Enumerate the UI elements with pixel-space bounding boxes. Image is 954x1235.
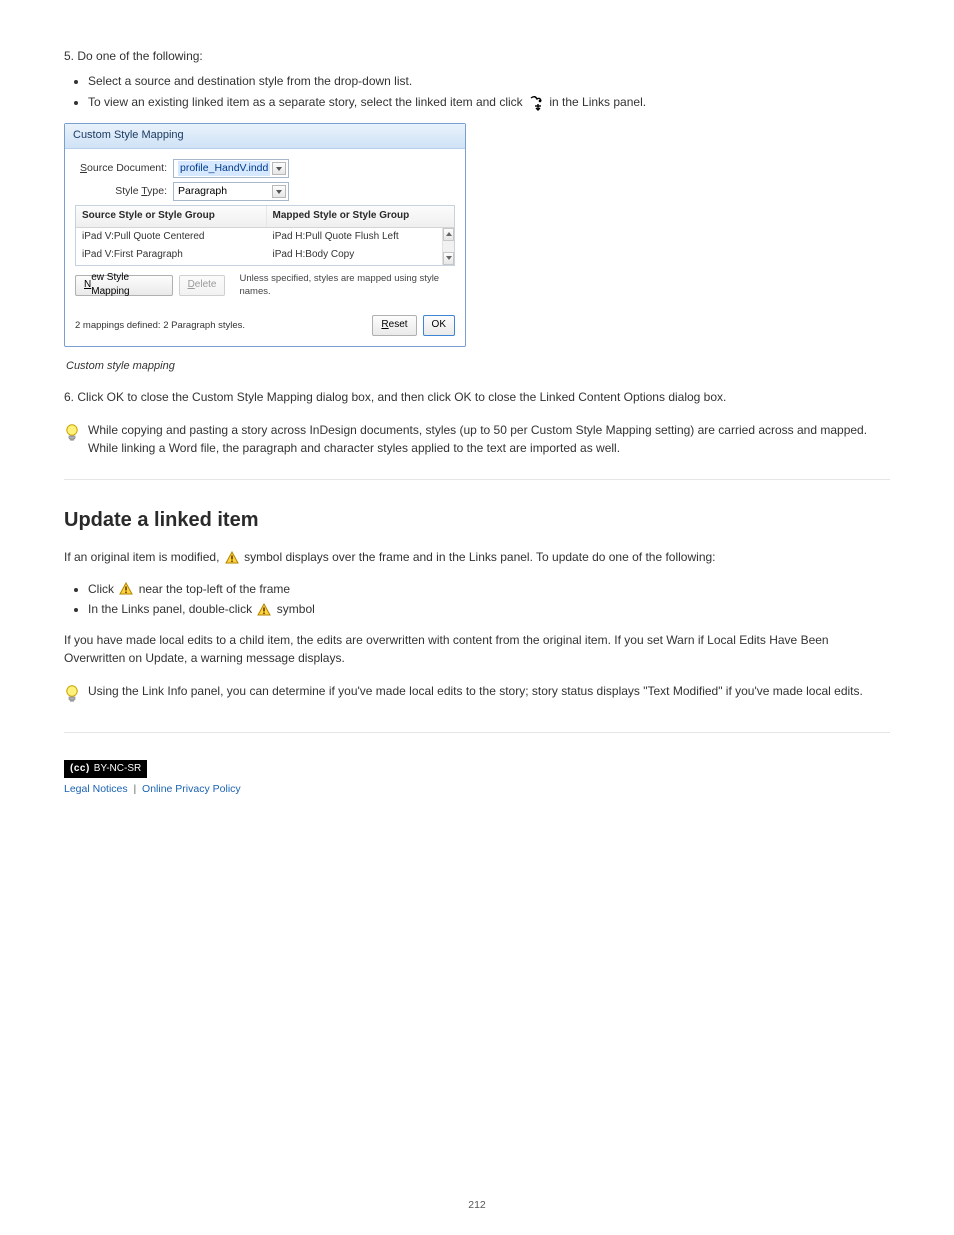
- mapping-hint: Unless specified, styles are mapped usin…: [239, 272, 455, 300]
- bullet-2: To view an existing linked item as a sep…: [88, 94, 890, 111]
- cc-license-badge: (cc)BY-NC-SR: [64, 759, 890, 779]
- style-type-select[interactable]: Paragraph: [173, 182, 289, 201]
- col-header-mapped: Mapped Style or Style Group: [267, 206, 454, 227]
- style-type-value: Paragraph: [178, 184, 227, 199]
- delete-button: Delete: [179, 275, 226, 296]
- link-story-icon: [528, 95, 544, 111]
- legal-links: Legal Notices | Online Privacy Policy: [64, 782, 890, 797]
- scroll-up-icon[interactable]: [443, 228, 454, 241]
- page-number: 212: [0, 1198, 954, 1213]
- cell-source: iPad V:First Paragraph: [76, 246, 267, 265]
- new-style-mapping-button[interactable]: New Style Mapping: [75, 275, 173, 296]
- dialog-caption: Custom style mapping: [66, 359, 890, 375]
- update-intro-text: If an original item is modified, symbol …: [64, 549, 890, 566]
- tip-1-text: While copying and pasting a story across…: [88, 422, 890, 457]
- warning-icon: [119, 582, 133, 596]
- ok-button[interactable]: OK: [423, 315, 455, 336]
- table-row[interactable]: iPad V:First Paragraph iPad H:Body Copy: [76, 246, 454, 265]
- cell-source: iPad V:Pull Quote Centered: [76, 228, 267, 247]
- update-bullet-1: Click near the top-left of the frame: [88, 581, 890, 598]
- update-bullet-2: In the Links panel, double-click symbol: [88, 601, 890, 618]
- bullet-1: Select a source and destination style fr…: [88, 73, 890, 90]
- privacy-policy-link[interactable]: Online Privacy Policy: [142, 783, 241, 795]
- custom-style-mapping-dialog: Custom Style Mapping Source Document: pr…: [64, 123, 466, 347]
- chevron-down-icon[interactable]: [272, 162, 286, 175]
- update-linked-item-heading: Update a linked item: [64, 506, 890, 535]
- step-6-text: 6. Click OK to close the Custom Style Ma…: [64, 389, 890, 406]
- section-divider: [64, 732, 890, 733]
- mapping-table: Source Style or Style Group Mapped Style…: [75, 205, 455, 266]
- bullet-2-tail: in the Links panel.: [549, 95, 646, 109]
- dialog-titlebar: Custom Style Mapping: [65, 124, 465, 149]
- scrollbar[interactable]: [442, 228, 454, 265]
- source-document-value: profile_HandV.indd: [178, 161, 270, 176]
- table-row[interactable]: iPad V:Pull Quote Centered iPad H:Pull Q…: [76, 228, 454, 247]
- warning-icon: [257, 603, 271, 617]
- col-header-source: Source Style or Style Group: [76, 206, 267, 227]
- cell-mapped: iPad H:Pull Quote Flush Left: [267, 228, 455, 247]
- legal-notices-link[interactable]: Legal Notices: [64, 783, 128, 795]
- style-type-label: Style Type:: [75, 184, 173, 199]
- reset-button[interactable]: Reset: [372, 315, 416, 336]
- mapping-status: 2 mappings defined: 2 Paragraph styles.: [75, 319, 245, 333]
- warning-icon: [225, 551, 239, 565]
- step-intro: 5. Do one of the following:: [64, 48, 890, 65]
- tip-2-text: Using the Link Info panel, you can deter…: [88, 683, 863, 700]
- bullet-2-pre: To view an existing linked item as a sep…: [88, 95, 523, 109]
- chevron-down-icon[interactable]: [272, 185, 286, 198]
- scroll-down-icon[interactable]: [443, 252, 454, 265]
- source-document-label: Source Document:: [75, 161, 173, 176]
- update-warning-text: If you have made local edits to a child …: [64, 632, 890, 667]
- tip-lightbulb-icon: [64, 684, 80, 709]
- tip-lightbulb-icon: [64, 423, 80, 448]
- cell-mapped: iPad H:Body Copy: [267, 246, 455, 265]
- section-divider: [64, 479, 890, 480]
- source-document-select[interactable]: profile_HandV.indd: [173, 159, 289, 178]
